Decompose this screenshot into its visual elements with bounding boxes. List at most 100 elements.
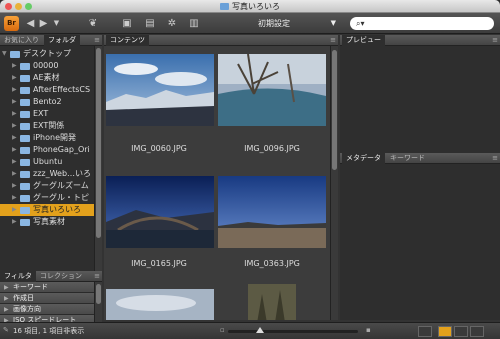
thumbnail-size-slider[interactable] (228, 327, 358, 333)
disclosure-closed-icon[interactable]: ▶ (12, 144, 17, 156)
folder-icon (20, 207, 30, 214)
thumbnail-image[interactable] (218, 176, 326, 248)
folder-icon (20, 75, 30, 82)
refine-icon[interactable]: ▤ (143, 17, 157, 30)
search-field[interactable]: ⌕▾ (350, 17, 494, 30)
thumbnail-image[interactable] (106, 54, 214, 126)
folder-tree-item[interactable]: ▶ 00000 (0, 60, 94, 72)
grid-lock-icon[interactable] (418, 326, 432, 337)
tab-collections[interactable]: コレクション (36, 271, 86, 282)
view-thumbnails-icon[interactable] (438, 326, 452, 337)
folder-label: Bento2 (33, 97, 62, 106)
folder-tree-item[interactable]: ▶ PhoneGap_Ori (0, 144, 94, 156)
zoom-in-icon[interactable]: ▪ (366, 326, 371, 334)
zoom-window-button[interactable] (25, 3, 32, 10)
content-panel-header: コンテンツ ≡ (104, 35, 338, 46)
folder-icon (10, 51, 20, 58)
content-scrollbar[interactable] (330, 46, 338, 320)
disclosure-closed-icon[interactable]: ▶ (12, 180, 17, 192)
disclosure-closed-icon[interactable]: ▶ (12, 96, 17, 108)
disclosure-closed-icon[interactable]: ▶ (12, 204, 17, 216)
folder-label: 写真いろいろ (33, 205, 81, 214)
tab-metadata[interactable]: メタデータ (342, 153, 385, 164)
disclosure-closed-icon[interactable]: ▶ (4, 304, 9, 315)
folder-tree-item[interactable]: ▶ zzz_Web…いろ (0, 168, 94, 180)
open-recent-icon[interactable]: ▥ (186, 17, 202, 30)
disclosure-closed-icon[interactable]: ▶ (12, 120, 17, 132)
disclosure-open-icon[interactable]: ▼ (2, 48, 7, 60)
folder-label: iPhone開発 (33, 133, 77, 142)
tree-root-desktop[interactable]: ▼ デスクトップ (0, 48, 94, 60)
folder-tree-item[interactable]: ▶ iPhone開発 (0, 132, 94, 144)
boomerang-icon[interactable]: ❦ (86, 17, 100, 30)
history-dropdown-icon[interactable]: ▼ (51, 17, 62, 30)
disclosure-closed-icon[interactable]: ▶ (12, 72, 17, 84)
disclosure-closed-icon[interactable]: ▶ (12, 216, 17, 228)
tab-content[interactable]: コンテンツ (106, 35, 149, 46)
thumbnail-image[interactable] (106, 289, 214, 320)
folder-tree-item[interactable]: ▶ EXT関係 (0, 120, 94, 132)
filter-category[interactable]: ▶ キーワード (0, 282, 94, 293)
panel-menu-icon[interactable]: ≡ (94, 35, 100, 46)
tree-scrollbar[interactable] (94, 46, 102, 271)
disclosure-closed-icon[interactable]: ▶ (12, 108, 17, 120)
rotate-icon[interactable]: ✲ (166, 17, 178, 30)
folder-tree-item[interactable]: ▶ AfterEffectsCS (0, 84, 94, 96)
folder-icon (20, 87, 30, 94)
panel-menu-icon[interactable]: ≡ (330, 35, 336, 46)
thumbnail-filename: IMG_0165.JPG (131, 259, 187, 268)
tab-preview[interactable]: プレビュー (342, 35, 385, 46)
filter-category[interactable]: ▶ 画像方向 (0, 304, 94, 315)
workspace-preset-menu[interactable]: 初期設定 ▼ (244, 16, 338, 31)
panel-menu-icon[interactable]: ≡ (492, 35, 498, 46)
folder-label: zzz_Web…いろ (33, 169, 92, 178)
bridge-app-button[interactable]: Br (4, 16, 19, 31)
tab-filter[interactable]: フィルタ (0, 271, 36, 282)
folder-tree-item[interactable]: ▶ Ubuntu (0, 156, 94, 168)
bridge-window: 写真いろいろ Br ◀ ▶ ▼ ❦ ▣ ▤ ✲ ▥ 初期設定 ▼ ⌕▾ お気に入… (0, 0, 500, 339)
tab-folders[interactable]: フォルダ (44, 35, 80, 46)
disclosure-closed-icon[interactable]: ▶ (12, 60, 17, 72)
disclosure-closed-icon[interactable]: ▶ (4, 282, 9, 293)
disclosure-closed-icon[interactable]: ▶ (12, 168, 17, 180)
folder-icon (20, 159, 30, 166)
zoom-out-icon[interactable]: ▫ (220, 326, 225, 334)
view-list-icon[interactable] (470, 326, 484, 337)
panel-menu-icon[interactable]: ≡ (94, 271, 100, 282)
view-details-icon[interactable] (454, 326, 468, 337)
folder-icon (20, 183, 30, 190)
thumbnail-image[interactable] (218, 53, 326, 126)
disclosure-closed-icon[interactable]: ▶ (12, 192, 17, 204)
folder-tree-item[interactable]: ▶ グーグル・トピ (0, 192, 94, 204)
close-window-button[interactable] (5, 3, 12, 10)
minimize-window-button[interactable] (15, 3, 22, 10)
folder-tree-item[interactable]: ▶ 写真いろいろ (0, 204, 94, 216)
left-panel: お気に入り フォルダ ≡ ▼ デスクトップ ▶ 00000 ▶ AE素材 ▶ AfterEff… (0, 35, 102, 337)
folder-tree-item[interactable]: ▶ グーグルズーム (0, 180, 94, 192)
thumbnail-filename: IMG_0060.JPG (131, 144, 187, 153)
panel-menu-icon[interactable]: ≡ (492, 153, 498, 164)
folder-tree-item[interactable]: ▶ EXT (0, 108, 94, 120)
folder-tree-item[interactable]: ▶ Bento2 (0, 96, 94, 108)
tab-favorites[interactable]: お気に入り (0, 35, 43, 46)
folder-label: AE素材 (33, 73, 60, 82)
filter-scrollbar[interactable] (94, 282, 102, 323)
pin-icon[interactable]: ✎ (3, 326, 9, 334)
camera-import-icon[interactable]: ▣ (120, 17, 134, 30)
folder-label: 00000 (33, 61, 59, 70)
thumbnail-image[interactable] (248, 284, 296, 320)
tab-keywords[interactable]: キーワード (386, 153, 429, 164)
disclosure-closed-icon[interactable]: ▶ (4, 293, 9, 304)
folder-icon (20, 135, 30, 142)
folder-label: グーグルズーム (33, 181, 89, 190)
back-arrow-icon[interactable]: ◀ (25, 17, 36, 30)
disclosure-closed-icon[interactable]: ▶ (12, 84, 17, 96)
thumbnail-image[interactable] (106, 176, 214, 248)
folder-tree-item[interactable]: ▶ AE素材 (0, 72, 94, 84)
disclosure-closed-icon[interactable]: ▶ (12, 156, 17, 168)
folder-label: 写真素材 (33, 217, 65, 226)
forward-arrow-icon[interactable]: ▶ (38, 17, 49, 30)
folder-tree-item[interactable]: ▶ 写真素材 (0, 216, 94, 228)
filter-category[interactable]: ▶ 作成日 (0, 293, 94, 304)
disclosure-closed-icon[interactable]: ▶ (12, 132, 17, 144)
